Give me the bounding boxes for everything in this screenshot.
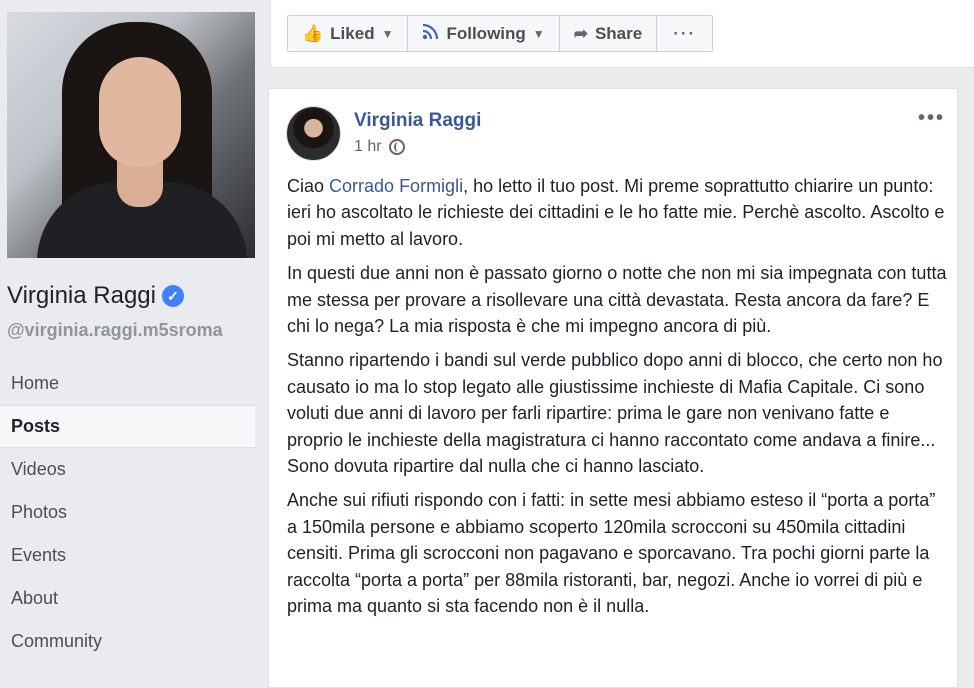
post-meta: 1 hr <box>354 138 405 156</box>
liked-label: Liked <box>330 23 375 43</box>
post-paragraph: Anche sui rifiuti rispondo con i fatti: … <box>287 490 936 617</box>
nav-item-videos[interactable]: Videos <box>0 448 255 491</box>
profile-picture[interactable] <box>7 12 255 258</box>
more-options-button[interactable]: ··· <box>657 16 712 51</box>
thumbs-up-icon: 👍 <box>302 23 324 43</box>
mention-link[interactable]: Corrado Formigli <box>329 176 463 196</box>
nav-item-home[interactable]: Home <box>0 362 255 405</box>
post-author[interactable]: Virginia Raggi <box>354 110 481 132</box>
page-name: Virginia Raggi ✓ <box>7 282 184 310</box>
globe-icon[interactable] <box>388 139 405 155</box>
page-actions-bar: 👍 Liked ▼ Following ▼ ➦ Share ··· <box>270 0 974 68</box>
verified-badge-icon: ✓ <box>161 285 184 307</box>
post-card: Virginia Raggi 1 hr ••• Ciao Corrado For… <box>268 88 958 688</box>
share-arrow-icon: ➦ <box>573 23 588 43</box>
post-paragraph: In questi due anni non è passato giorno … <box>287 263 947 337</box>
nav-item-about[interactable]: About <box>0 577 255 620</box>
nav-item-events[interactable]: Events <box>0 534 255 577</box>
share-button[interactable]: ➦ Share <box>560 16 658 51</box>
chevron-down-icon: ▼ <box>381 26 394 41</box>
chevron-down-icon: ▼ <box>532 26 545 41</box>
nav-item-photos[interactable]: Photos <box>0 491 255 534</box>
liked-button[interactable]: 👍 Liked ▼ <box>288 16 409 51</box>
page-handle[interactable]: @virginia.raggi.m5sroma <box>7 320 223 341</box>
post-options-menu[interactable]: ••• <box>918 107 945 130</box>
page-name-text[interactable]: Virginia Raggi <box>7 282 156 310</box>
share-label: Share <box>594 23 643 43</box>
post-timestamp[interactable]: 1 hr <box>354 138 382 156</box>
post-paragraph: Ciao Corrado Formigli, ho letto il tuo p… <box>287 176 945 249</box>
author-avatar[interactable] <box>286 106 341 161</box>
page-nav: Home Posts Videos Photos Events About Co… <box>0 362 255 663</box>
nav-item-posts[interactable]: Posts <box>0 405 255 448</box>
following-button[interactable]: Following ▼ <box>408 16 560 51</box>
nav-item-community[interactable]: Community <box>0 620 255 663</box>
rss-feed-icon <box>422 23 439 45</box>
left-sidebar: Virginia Raggi ✓ @virginia.raggi.m5sroma… <box>0 0 268 674</box>
post-body: Ciao Corrado Formigli, ho letto il tuo p… <box>287 173 947 628</box>
action-buttons: 👍 Liked ▼ Following ▼ ➦ Share ··· <box>287 15 714 52</box>
following-label: Following <box>446 23 526 43</box>
post-paragraph: Stanno ripartendo i bandi sul verde pubb… <box>287 350 943 477</box>
